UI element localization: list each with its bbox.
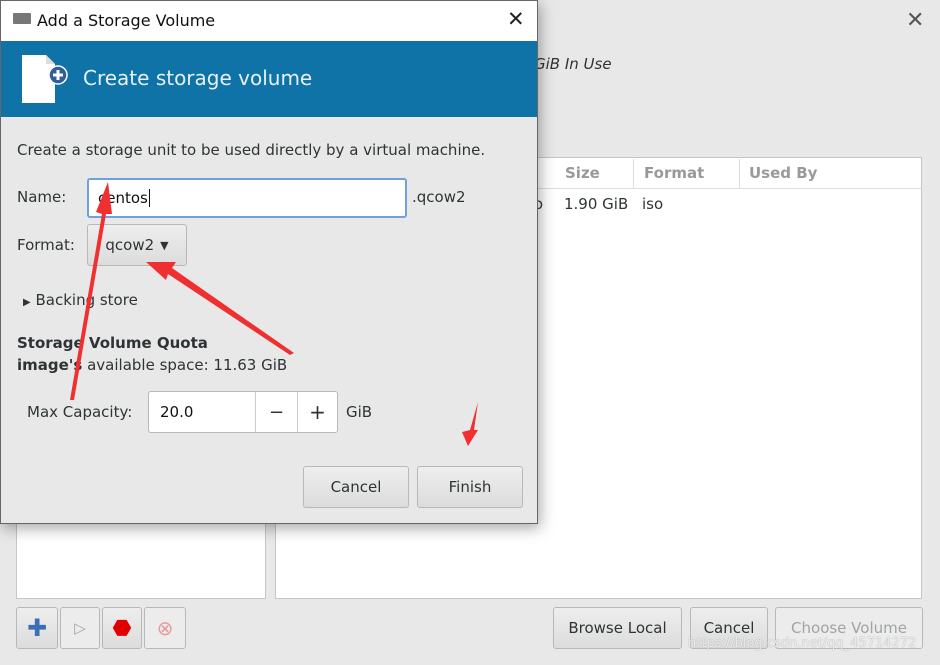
name-value: centos [98, 189, 150, 207]
name-suffix: .qcow2 [412, 188, 466, 206]
cell-size: 1.90 GiB [564, 195, 629, 213]
column-used-by[interactable]: Used By [749, 164, 817, 182]
new-file-icon [22, 55, 68, 103]
stop-pool-button[interactable]: ⬣ [102, 607, 142, 649]
delete-icon: ⊗ [156, 616, 174, 640]
stop-icon: ⬣ [112, 615, 132, 641]
delete-pool-button[interactable]: ⊗ [144, 607, 186, 649]
add-pool-button[interactable]: ✚ [16, 607, 58, 649]
capacity-unit: GiB [346, 403, 373, 421]
format-dropdown[interactable]: qcow2 ▼ [87, 224, 187, 266]
quota-pool: image's [17, 356, 83, 374]
name-input[interactable]: centos [87, 178, 407, 218]
plus-icon: ✚ [26, 614, 48, 642]
add-storage-volume-dialog: Add a Storage Volume ✕ Create storage vo… [0, 0, 538, 524]
close-icon[interactable]: ✕ [507, 7, 525, 31]
quota-text: available space: 11.63 GiB [87, 356, 288, 374]
pool-usage-text: GiB In Use [534, 55, 612, 73]
capacity-spinbox[interactable]: 20.0 − + [148, 391, 338, 433]
browse-local-button[interactable]: Browse Local [553, 607, 682, 649]
decrement-button[interactable]: − [255, 392, 297, 432]
column-format[interactable]: Format [644, 164, 704, 182]
format-label: Format: [17, 236, 75, 254]
banner-title: Create storage volume [83, 66, 313, 90]
description: Create a storage unit to be used directl… [17, 141, 486, 159]
dialog-title: Add a Storage Volume [37, 11, 216, 30]
format-value: qcow2 [105, 236, 155, 254]
app-icon [13, 13, 31, 24]
cell-format: iso [642, 195, 664, 213]
cancel-button[interactable]: Cancel [303, 466, 409, 508]
column-size[interactable]: Size [565, 164, 600, 182]
capacity-input[interactable]: 20.0 [160, 403, 193, 421]
finish-button[interactable]: Finish [417, 466, 523, 508]
capacity-label: Max Capacity: [27, 403, 133, 421]
increment-button[interactable]: + [297, 392, 337, 432]
quota-title: Storage Volume Quota [17, 334, 208, 352]
dialog-titlebar: Add a Storage Volume ✕ [1, 1, 537, 41]
caret-down-icon: ▼ [160, 238, 169, 252]
dialog-banner: Create storage volume [1, 41, 537, 117]
backing-store-expander[interactable]: ▶ Backing store [23, 291, 138, 309]
name-label: Name: [17, 188, 67, 206]
triangle-right-icon: ▶ [23, 297, 31, 308]
start-pool-button[interactable]: ▷ [60, 607, 100, 649]
background-close-icon[interactable]: ✕ [906, 8, 924, 33]
play-icon: ▷ [74, 619, 86, 637]
watermark: https://blog.csdn.net/qq_45714272 [688, 636, 917, 651]
backing-store-label: Backing store [35, 291, 138, 309]
